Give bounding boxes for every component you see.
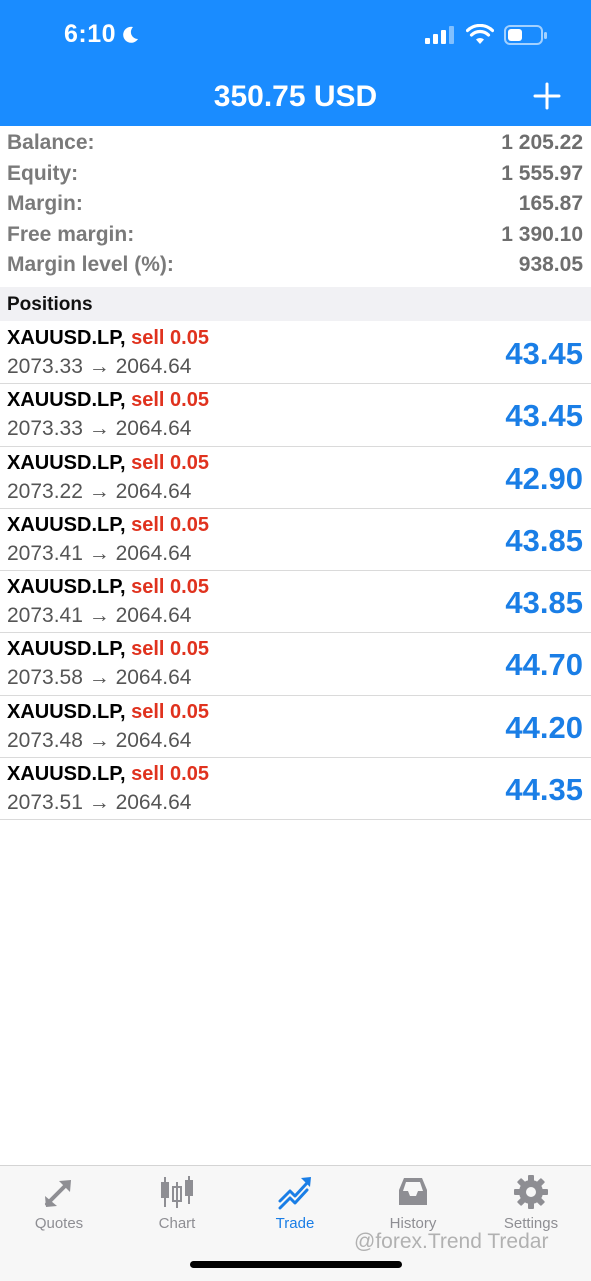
- tab-trade[interactable]: Trade: [236, 1166, 354, 1246]
- position-side: sell 0.05: [131, 327, 209, 349]
- margin-level-row: Margin level (%): 938.05: [0, 250, 591, 281]
- position-side: sell 0.05: [131, 700, 209, 723]
- free-margin-row: Free margin: 1 390.10: [0, 220, 591, 251]
- trade-icon: [278, 1177, 311, 1210]
- tab-chart[interactable]: Chart: [118, 1166, 236, 1246]
- tab-quotes-label: Quotes: [34, 1215, 84, 1232]
- position-prices: 2073.48 → 2064.64: [7, 728, 192, 752]
- position-symbol-line: XAUUSD.LP, sell 0.05: [7, 514, 209, 537]
- positions-heading: Positions: [7, 294, 93, 315]
- position-symbol-line: XAUUSD.LP, sell 0.05: [7, 327, 209, 350]
- margin-row: Margin: 165.87: [0, 189, 591, 220]
- position-row[interactable]: XAUUSD.LP, sell 0.05 2073.33 → 2064.64 4…: [0, 322, 591, 385]
- position-symbol: XAUUSD.LP,: [7, 700, 126, 723]
- position-symbol: XAUUSD.LP,: [7, 327, 126, 349]
- status-time: 6:10: [64, 20, 117, 48]
- position-profit: 43.85: [505, 585, 583, 621]
- margin-label: Margin:: [7, 192, 83, 215]
- position-row[interactable]: XAUUSD.LP, sell 0.05 2073.41 → 2064.64 4…: [0, 509, 591, 572]
- position-symbol: XAUUSD.LP,: [7, 576, 126, 599]
- history-icon: [399, 1178, 427, 1205]
- position-prices: 2073.33 → 2064.64: [7, 355, 192, 378]
- tab-quotes[interactable]: Quotes: [0, 1166, 118, 1246]
- position-symbol-line: XAUUSD.LP, sell 0.05: [7, 452, 209, 475]
- position-side: sell 0.05: [131, 451, 209, 474]
- margin-level-label: Margin level (%):: [7, 253, 174, 276]
- balance-label: Balance:: [7, 131, 95, 154]
- wifi-icon: [466, 24, 494, 44]
- position-profit: 43.45: [505, 336, 583, 371]
- position-side: sell 0.05: [131, 638, 209, 661]
- position-side: sell 0.05: [131, 389, 209, 412]
- position-profit: 43.45: [505, 398, 583, 434]
- cellular-signal-icon: [425, 26, 454, 44]
- margin-level-value: 938.05: [518, 253, 583, 276]
- position-profit: 44.35: [505, 772, 583, 808]
- battery-icon: [504, 25, 547, 45]
- position-side: sell 0.05: [131, 763, 209, 786]
- equity-label: Equity:: [7, 161, 79, 185]
- positions-list: XAUUSD.LP, sell 0.05 2073.33 → 2064.64 4…: [0, 322, 591, 821]
- home-indicator: [190, 1261, 402, 1268]
- equity-value: 1 555.97: [501, 161, 583, 185]
- position-profit: 43.85: [505, 522, 583, 558]
- position-symbol: XAUUSD.LP,: [7, 389, 126, 412]
- position-row[interactable]: XAUUSD.LP, sell 0.05 2073.41 → 2064.64 4…: [0, 571, 591, 634]
- position-symbol-line: XAUUSD.LP, sell 0.05: [7, 701, 209, 724]
- balance-row: Balance: 1 205.22: [0, 128, 591, 159]
- position-symbol: XAUUSD.LP,: [7, 513, 126, 536]
- position-row[interactable]: XAUUSD.LP, sell 0.05 2073.51 → 2064.64 4…: [0, 758, 591, 821]
- free-margin-value: 1 390.10: [501, 222, 583, 246]
- position-side: sell 0.05: [131, 513, 209, 536]
- position-side: sell 0.05: [131, 576, 209, 599]
- position-row[interactable]: XAUUSD.LP, sell 0.05 2073.33 → 2064.64 4…: [0, 384, 591, 447]
- position-symbol-line: XAUUSD.LP, sell 0.05: [7, 576, 209, 599]
- tab-trade-label: Trade: [275, 1215, 315, 1232]
- position-symbol: XAUUSD.LP,: [7, 451, 126, 474]
- position-prices: 2073.41 → 2064.64: [7, 604, 192, 628]
- positions-section-header: Positions: [0, 287, 591, 321]
- position-row[interactable]: XAUUSD.LP, sell 0.05 2073.48 → 2064.64 4…: [0, 696, 591, 759]
- position-symbol: XAUUSD.LP,: [7, 638, 126, 661]
- position-prices: 2073.33 → 2064.64: [7, 417, 192, 441]
- free-margin-label: Free margin:: [7, 222, 135, 246]
- position-profit: 44.20: [505, 709, 583, 745]
- position-row[interactable]: XAUUSD.LP, sell 0.05 2073.22 → 2064.64 4…: [0, 447, 591, 509]
- balance-value: 1 205.22: [501, 131, 583, 154]
- position-symbol: XAUUSD.LP,: [7, 763, 126, 786]
- position-symbol-line: XAUUSD.LP, sell 0.05: [7, 638, 209, 661]
- position-prices: 2073.51 → 2064.64: [7, 791, 192, 815]
- position-prices: 2073.22 → 2064.64: [7, 479, 192, 503]
- add-order-button[interactable]: [530, 79, 564, 113]
- equity-row: Equity: 1 555.97: [0, 159, 591, 190]
- position-prices: 2073.41 → 2064.64: [7, 541, 192, 565]
- account-summary: Balance: 1 205.22 Equity: 1 555.97 Margi…: [0, 128, 591, 281]
- quotes-icon: [45, 1180, 71, 1207]
- account-balance-title: 350.75 USD: [213, 80, 378, 113]
- chart-icon: [161, 1176, 193, 1208]
- position-prices: 2073.58 → 2064.64: [7, 666, 192, 690]
- position-symbol-line: XAUUSD.LP, sell 0.05: [7, 389, 209, 412]
- position-profit: 42.90: [505, 460, 583, 496]
- watermark-text: @forex.Trend Tredar: [354, 1230, 549, 1253]
- position-row[interactable]: XAUUSD.LP, sell 0.05 2073.58 → 2064.64 4…: [0, 633, 591, 696]
- tab-chart-label: Chart: [158, 1215, 196, 1232]
- header-bar: 6:10 350.75 USD: [0, 0, 591, 126]
- moon-icon: [123, 26, 138, 43]
- position-profit: 44.70: [505, 647, 583, 683]
- margin-value: 165.87: [518, 192, 583, 215]
- gear-icon: [514, 1175, 548, 1209]
- position-symbol-line: XAUUSD.LP, sell 0.05: [7, 763, 209, 786]
